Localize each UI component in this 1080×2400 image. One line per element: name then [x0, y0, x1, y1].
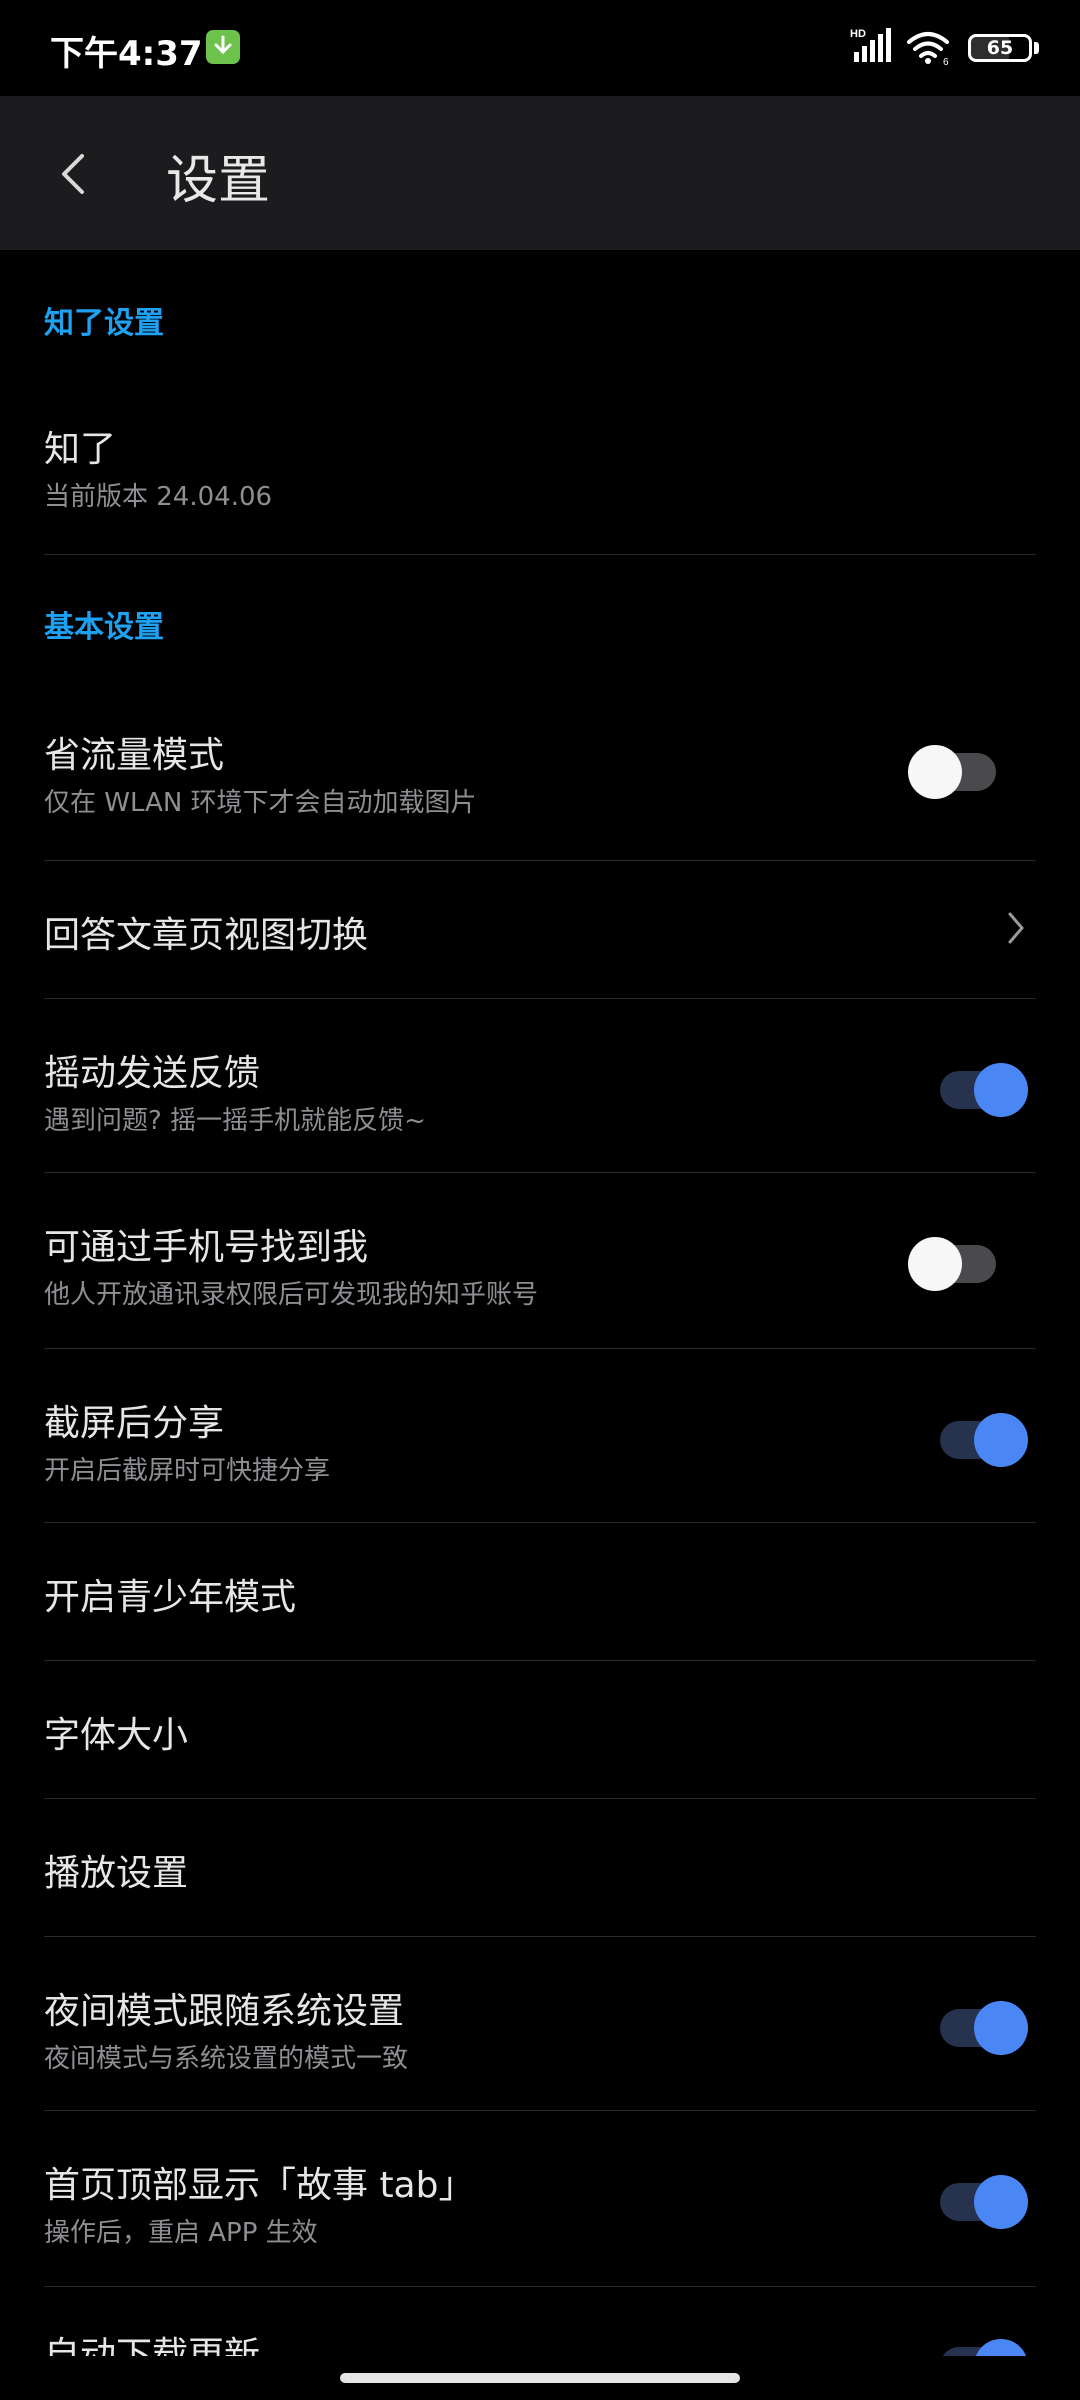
battery-cap — [1034, 42, 1039, 54]
setting-title: 自动下载更新 — [44, 2335, 261, 2356]
home-indicator[interactable] — [340, 2373, 740, 2383]
data-saver-toggle[interactable] — [908, 740, 1002, 799]
setting-row-playback[interactable]: 播放设置 — [0, 1844, 1080, 1924]
setting-title: 播放设置 — [44, 1853, 189, 1894]
setting-row-screenshot-share[interactable]: 截屏后分享 开启后截屏时可快捷分享 — [0, 1394, 1080, 1514]
back-button[interactable] — [40, 136, 110, 206]
setting-row-teen-mode[interactable]: 开启青少年模式 — [0, 1568, 1080, 1648]
setting-title: 截屏后分享 — [44, 1403, 225, 1444]
screenshot-share-toggle[interactable] — [934, 1408, 1028, 1467]
divider — [44, 1936, 1036, 1937]
divider — [44, 1798, 1036, 1799]
setting-row-font-size[interactable]: 字体大小 — [0, 1706, 1080, 1786]
divider — [44, 2110, 1036, 2111]
auto-update-toggle[interactable] — [934, 2334, 1028, 2356]
status-time: 下午4:37 — [50, 34, 203, 74]
setting-subtitle: 仅在 WLAN 环境下才会自动加载图片 — [44, 788, 477, 818]
section-header-basic: 基本设置 — [44, 610, 164, 645]
battery-icon: 65 — [968, 34, 1032, 62]
setting-row-shake-feedback[interactable]: 摇动发送反馈 遇到问题? 摇一摇手机就能反馈~ — [0, 1044, 1080, 1164]
night-mode-toggle[interactable] — [934, 1996, 1028, 2055]
back-arrow-icon — [62, 154, 84, 194]
setting-row-zhiliao[interactable]: 知了 当前版本 24.04.06 — [0, 420, 1080, 560]
network-hd-label: HD — [850, 28, 866, 40]
setting-title: 省流量模式 — [44, 735, 225, 776]
divider — [44, 1348, 1036, 1349]
setting-row-data-saver[interactable]: 省流量模式 仅在 WLAN 环境下才会自动加载图片 — [0, 726, 1080, 846]
setting-title: 夜间模式跟随系统设置 — [44, 1991, 405, 2032]
divider — [44, 2286, 1036, 2287]
wifi-icon: 6 — [906, 30, 952, 68]
divider — [44, 998, 1036, 999]
story-tab-toggle[interactable] — [934, 2170, 1028, 2229]
setting-title: 摇动发送反馈 — [44, 1053, 261, 1094]
setting-subtitle: 当前版本 24.04.06 — [44, 482, 273, 512]
setting-title: 字体大小 — [44, 1715, 189, 1756]
setting-subtitle: 开启后截屏时可快捷分享 — [44, 1456, 331, 1486]
battery-level: 65 — [986, 37, 1014, 59]
setting-row-auto-update[interactable]: 自动下载更新 — [0, 2320, 1080, 2356]
page-title: 设置 — [166, 151, 271, 211]
shake-feedback-toggle[interactable] — [934, 1058, 1028, 1117]
setting-row-view-switch[interactable]: 回答文章页视图切换 — [0, 906, 1080, 986]
setting-title: 可通过手机号找到我 — [44, 1227, 369, 1268]
divider — [44, 1522, 1036, 1523]
setting-title: 开启青少年模式 — [44, 1577, 297, 1618]
divider — [44, 1660, 1036, 1661]
status-bar: 下午4:37 HD 6 65 — [0, 0, 1080, 96]
setting-title: 回答文章页视图切换 — [44, 915, 369, 956]
download-notification-icon — [206, 30, 240, 64]
setting-row-story-tab[interactable]: 首页顶部显示「故事 tab」 操作后，重启 APP 生效 — [0, 2156, 1080, 2276]
section-header-zhiliao: 知了设置 — [44, 306, 164, 341]
cellular-signal-icon: HD — [850, 26, 896, 66]
setting-subtitle: 操作后，重启 APP 生效 — [44, 2218, 318, 2248]
chevron-right-icon — [1004, 908, 1028, 948]
setting-title: 知了 — [44, 429, 117, 470]
find-by-phone-toggle[interactable] — [908, 1232, 1002, 1291]
divider — [44, 554, 1036, 555]
divider — [44, 860, 1036, 861]
setting-subtitle: 夜间模式与系统设置的模式一致 — [44, 2044, 409, 2074]
setting-subtitle: 遇到问题? 摇一摇手机就能反馈~ — [44, 1106, 426, 1136]
divider — [44, 1172, 1036, 1173]
setting-title: 首页顶部显示「故事 tab」 — [44, 2165, 475, 2206]
app-bar: 设置 — [0, 96, 1080, 250]
setting-row-night-mode-follow[interactable]: 夜间模式跟随系统设置 夜间模式与系统设置的模式一致 — [0, 1982, 1080, 2102]
wifi-badge: 6 — [943, 57, 949, 66]
setting-row-find-by-phone[interactable]: 可通过手机号找到我 他人开放通讯录权限后可发现我的知乎账号 — [0, 1218, 1080, 1338]
setting-subtitle: 他人开放通讯录权限后可发现我的知乎账号 — [44, 1280, 539, 1310]
